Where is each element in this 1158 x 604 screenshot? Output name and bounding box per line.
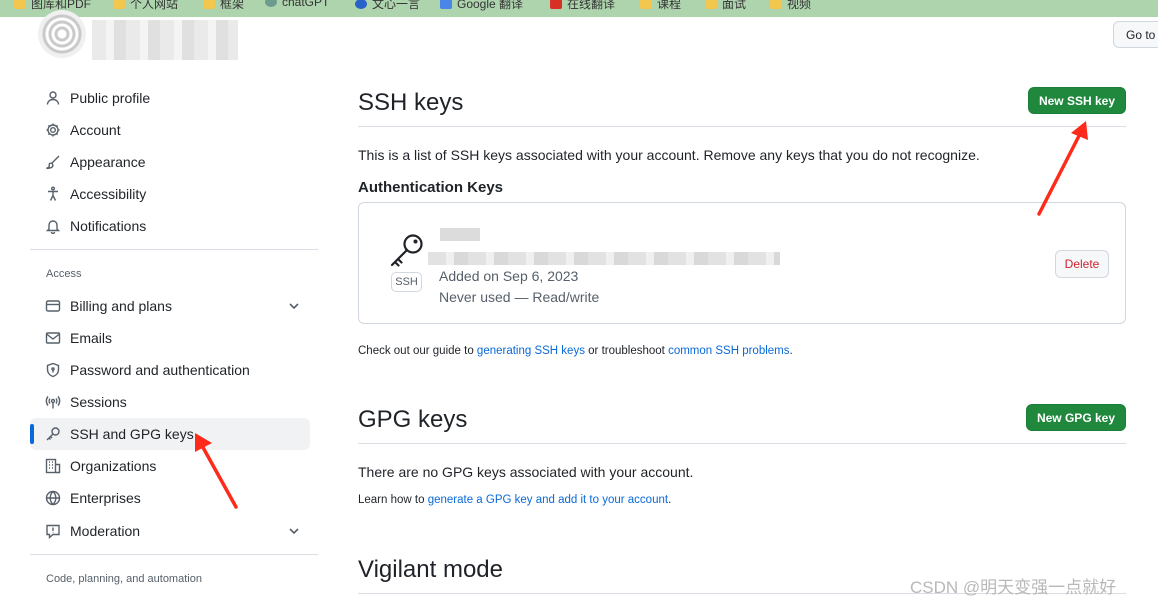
bookmark-item[interactable]: 面试 — [705, 0, 746, 12]
generate-gpg-key-link[interactable]: generate a GPG key and add it to your ac… — [428, 494, 668, 506]
bell-icon — [45, 218, 61, 234]
ssh-guide-text: Check out our guide to generating SSH ke… — [358, 345, 793, 357]
person-icon — [45, 90, 61, 106]
sidebar-heading-access: Access — [46, 268, 82, 280]
ssh-description: This is a list of SSH keys associated wi… — [358, 147, 980, 163]
folder-icon — [113, 0, 125, 9]
wenxin-icon — [355, 0, 367, 9]
sidebar-item-public-profile[interactable]: Public profile — [30, 82, 310, 114]
active-indicator — [30, 424, 34, 444]
sidebar-item-organizations[interactable]: Organizations — [30, 450, 310, 482]
folder-icon — [640, 0, 652, 9]
bookmark-item[interactable]: 视频 — [770, 0, 811, 12]
bookmarks-bar: 图库和PDF 个人网站 框架 chatGPT 文心一言 Google 翻译 在线… — [0, 0, 1158, 17]
sidebar-item-accessibility[interactable]: Accessibility — [30, 178, 310, 210]
sidebar-item-sessions[interactable]: Sessions — [30, 386, 310, 418]
accessibility-icon — [45, 186, 61, 202]
divider — [358, 443, 1126, 444]
new-ssh-key-button[interactable]: New SSH key — [1028, 87, 1126, 114]
vigilant-mode-title: Vigilant mode — [358, 556, 503, 583]
sidebar-item-password[interactable]: Password and authentication — [30, 354, 310, 386]
gpg-keys-title: GPG keys — [358, 406, 468, 433]
new-gpg-key-button[interactable]: New GPG key — [1026, 404, 1126, 431]
key-added-date: Added on Sep 6, 2023 — [439, 268, 579, 284]
translate-icon — [550, 0, 562, 9]
globe-icon — [45, 490, 61, 506]
bookmark-item[interactable]: 在线翻译 — [550, 0, 615, 12]
gear-icon — [45, 122, 61, 138]
avatar[interactable] — [38, 10, 86, 58]
divider — [358, 126, 1126, 127]
ssh-badge: SSH — [391, 272, 422, 292]
report-icon — [45, 523, 61, 539]
paintbrush-icon — [45, 154, 61, 170]
sidebar-divider — [30, 554, 318, 555]
mail-icon — [45, 330, 61, 346]
bookmark-item[interactable]: 课程 — [640, 0, 681, 12]
key-usage: Never used — Read/write — [439, 289, 600, 305]
chatgpt-icon — [265, 0, 277, 7]
sidebar-item-enterprises[interactable]: Enterprises — [30, 482, 310, 514]
sidebar-item-moderation[interactable]: Moderation — [30, 515, 310, 547]
key-icon — [45, 426, 61, 442]
common-ssh-problems-link[interactable]: common SSH problems — [668, 345, 789, 357]
sidebar-item-account[interactable]: Account — [30, 114, 310, 146]
sidebar-divider — [30, 249, 318, 250]
folder-icon — [14, 0, 26, 9]
gpg-learn-text: Learn how to generate a GPG key and add … — [358, 494, 672, 506]
chevron-down-icon[interactable] — [288, 524, 300, 540]
organization-icon — [45, 458, 61, 474]
delete-key-button[interactable]: Delete — [1055, 250, 1109, 278]
go-to-button[interactable]: Go to — [1113, 21, 1158, 48]
bookmark-item[interactable]: 图库和PDF — [14, 0, 91, 12]
bookmark-item[interactable]: chatGPT — [265, 0, 329, 9]
arrow-to-new-ssh-key — [1037, 121, 1088, 216]
chevron-down-icon[interactable] — [288, 299, 300, 315]
sidebar-item-notifications[interactable]: Notifications — [30, 210, 310, 242]
redacted-key-title — [440, 228, 480, 241]
ssh-keys-title: SSH keys — [358, 89, 464, 116]
sidebar-heading-code: Code, planning, and automation — [46, 573, 202, 585]
shield-icon — [45, 362, 61, 378]
sidebar-item-billing[interactable]: Billing and plans — [30, 290, 310, 322]
bookmark-item[interactable]: 文心一言 — [355, 0, 420, 12]
key-icon — [390, 234, 423, 267]
bookmark-item[interactable]: Google 翻译 — [440, 0, 523, 12]
bookmark-item[interactable]: 个人网站 — [113, 0, 178, 12]
auth-keys-heading: Authentication Keys — [358, 179, 504, 196]
credit-card-icon — [45, 298, 61, 314]
watermark: CSDN @明天变强一点就好 — [910, 578, 1117, 597]
google-translate-icon — [440, 0, 452, 9]
folder-icon — [705, 0, 717, 9]
sidebar-item-ssh-gpg-keys[interactable]: SSH and GPG keys — [30, 418, 310, 450]
folder-icon — [770, 0, 782, 9]
redacted-fingerprint — [428, 252, 780, 265]
bookmark-item[interactable]: 框架 — [203, 0, 244, 12]
redacted-username — [92, 20, 238, 60]
broadcast-icon — [45, 394, 61, 410]
generating-ssh-keys-link[interactable]: generating SSH keys — [477, 345, 585, 357]
sidebar-item-appearance[interactable]: Appearance — [30, 146, 310, 178]
folder-icon — [203, 0, 215, 9]
sidebar-item-emails[interactable]: Emails — [30, 322, 310, 354]
gpg-empty-text: There are no GPG keys associated with yo… — [358, 464, 694, 480]
